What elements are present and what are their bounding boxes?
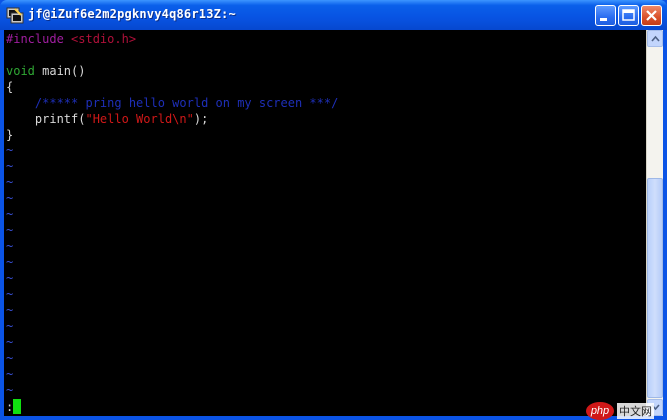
empty-line-marker: ~ <box>6 223 14 237</box>
printf-string: "Hello World\n" <box>85 112 194 126</box>
vertical-scrollbar[interactable] <box>646 30 663 416</box>
code-line-open-brace: { <box>6 80 14 94</box>
command-prompt: : <box>6 400 14 414</box>
putty-terminal-icon[interactable] <box>6 6 24 24</box>
minimize-icon <box>600 18 607 21</box>
empty-line-marker: ~ <box>6 351 14 365</box>
close-icon <box>646 10 657 21</box>
close-button[interactable] <box>641 5 662 26</box>
include-directive: #include <box>6 32 64 46</box>
empty-line-marker: ~ <box>6 303 14 317</box>
maximize-icon <box>622 9 635 21</box>
empty-line-marker: ~ <box>6 239 14 253</box>
empty-line-marker: ~ <box>6 383 14 397</box>
empty-line-marker: ~ <box>6 175 14 189</box>
empty-line-marker: ~ <box>6 335 14 349</box>
printf-tail: ); <box>193 112 209 126</box>
terminal-window: jf@iZuf6e2m2pgknvy4q86r13Z:~ #include <s… <box>0 0 667 420</box>
main-signature: main() <box>34 64 86 78</box>
empty-line-marker: ~ <box>6 271 14 285</box>
command-line[interactable]: : <box>6 399 22 415</box>
printf-call: printf( <box>6 112 86 126</box>
watermark-text: 中文网 <box>617 402 654 419</box>
code-line-include: #include <stdio.h> <box>6 31 136 47</box>
empty-line-marker: ~ <box>6 255 14 269</box>
code-line-main: void main() <box>6 63 85 79</box>
empty-line-marker: ~ <box>6 367 14 381</box>
chevron-up-icon <box>651 35 660 42</box>
empty-line-marker: ~ <box>6 191 14 205</box>
empty-line-marker: ~ <box>6 207 14 221</box>
empty-line-marker: ~ <box>6 143 14 157</box>
window-title: jf@iZuf6e2m2pgknvy4q86r13Z:~ <box>28 7 236 21</box>
terminal-screen[interactable]: #include <stdio.h> void main() { /***** … <box>4 30 646 416</box>
text-cursor <box>13 399 22 414</box>
include-header: <stdio.h> <box>71 32 137 46</box>
code-line-comment: /***** pring hello world on my screen **… <box>6 96 339 110</box>
scrollbar-thumb[interactable] <box>647 178 663 398</box>
php-logo: php <box>586 401 614 420</box>
minimize-button[interactable] <box>595 5 616 26</box>
title-bar[interactable]: jf@iZuf6e2m2pgknvy4q86r13Z:~ <box>0 0 667 30</box>
code-line-close-brace: } <box>6 128 14 142</box>
void-keyword: void <box>6 64 35 78</box>
empty-line-marker: ~ <box>6 287 14 301</box>
site-watermark: php 中文网 <box>586 400 654 420</box>
empty-line-marker: ~ <box>6 159 14 173</box>
code-line-printf: printf("Hello World\n"); <box>6 111 208 127</box>
scroll-up-button[interactable] <box>647 30 663 47</box>
empty-line-marker: ~ <box>6 319 14 333</box>
maximize-button[interactable] <box>618 5 639 26</box>
